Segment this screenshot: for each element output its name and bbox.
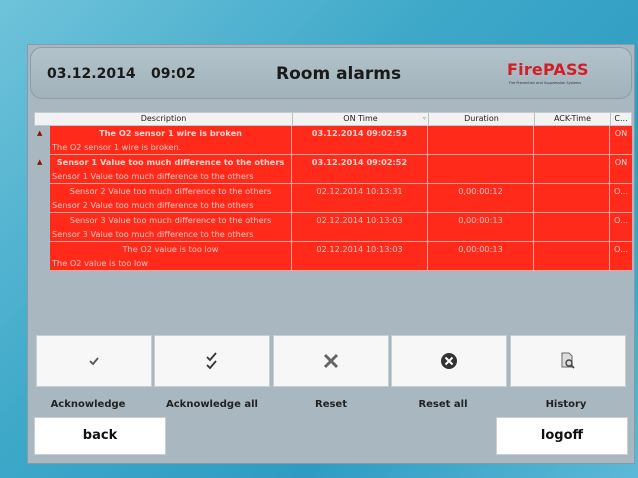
column-on-time[interactable]: ON Time ▿ xyxy=(293,113,429,125)
acknowledge-all-label: Acknowledge all xyxy=(166,399,258,410)
duration-value: 0,00:00:13 xyxy=(458,244,503,254)
table-row[interactable]: Sensor 2 Value too much difference to th… xyxy=(50,184,632,213)
back-button[interactable]: back xyxy=(34,417,166,455)
logo-text: FirePASS xyxy=(507,60,589,79)
cell-duration: 0,00:00:12 xyxy=(428,184,534,213)
cell-duration: 0,00:00:13 xyxy=(428,242,534,271)
cell-ack-time xyxy=(534,155,610,184)
cell-on-time: 02.12.2014 10:13:03 xyxy=(292,242,428,271)
on-time-value: 02.12.2014 10:13:03 xyxy=(316,244,403,254)
on-time-value: 02.12.2014 10:13:03 xyxy=(316,215,403,225)
check-icon xyxy=(89,357,99,366)
row-title: Sensor 1 Value too much difference to th… xyxy=(56,157,285,167)
column-ack-time[interactable]: ACK-Time xyxy=(535,113,611,125)
x-icon xyxy=(323,353,339,369)
table-row[interactable]: Sensor 3 Value too much difference to th… xyxy=(50,213,632,242)
header-date: 03.12.2014 xyxy=(47,66,136,82)
logoff-button[interactable]: logoff xyxy=(496,417,628,455)
cell-duration xyxy=(428,155,534,184)
duration-value: 0,00:00:13 xyxy=(458,215,503,225)
document-search-icon xyxy=(561,352,575,369)
state-value: O... xyxy=(614,215,628,225)
circle-x-icon xyxy=(441,353,457,369)
cell-duration: 0,00:00:13 xyxy=(428,213,534,242)
acknowledge-all-button[interactable] xyxy=(154,335,270,387)
row-desc: Sensor 3 Value too much difference to th… xyxy=(52,229,254,239)
state-value: ON xyxy=(614,157,628,167)
header-time: 09:02 xyxy=(151,66,196,82)
duration-value: 0,00:00:12 xyxy=(458,186,503,196)
firepass-logo: FirePASS Fire Prevention and Suppression… xyxy=(507,60,607,90)
cell-on-time: 02.12.2014 10:13:03 xyxy=(292,213,428,242)
page-title: Room alarms xyxy=(276,64,402,84)
history-label: History xyxy=(545,399,587,410)
table-row[interactable]: ▲ The O2 sensor 1 wire is broken The O2 … xyxy=(37,126,632,155)
row-title: Sensor 2 Value too much difference to th… xyxy=(69,186,272,196)
cell-description: Sensor 1 Value too much difference to th… xyxy=(50,155,292,184)
state-value: O... xyxy=(614,186,628,196)
sort-icon: ▿ xyxy=(422,115,426,122)
cell-ack-time xyxy=(534,126,610,155)
cell-ack-time xyxy=(534,213,610,242)
row-desc: The O2 value is too low xyxy=(52,258,149,268)
logo-subtitle: Fire Prevention and Suppression Systems xyxy=(509,81,582,85)
history-button[interactable] xyxy=(510,335,626,387)
reset-all-button[interactable] xyxy=(391,335,507,387)
alarm-panel: 03.12.2014 09:02 Room alarms FirePASS Fi… xyxy=(27,44,635,464)
row-title: The O2 sensor 1 wire is broken xyxy=(99,128,242,138)
cell-description: The O2 sensor 1 wire is broken The O2 se… xyxy=(50,126,292,155)
row-desc: Sensor 2 Value too much difference to th… xyxy=(52,200,254,210)
cell-state: ON xyxy=(610,155,632,184)
table-header: Description ON Time ▿ Duration ACK-Time … xyxy=(34,112,632,126)
cell-on-time: 03.12.2014 09:02:52 xyxy=(292,155,428,184)
header-bar: 03.12.2014 09:02 Room alarms FirePASS Fi… xyxy=(30,47,632,99)
alarm-triangle-icon: ▲ xyxy=(37,158,43,166)
cell-description: The O2 value is too low The O2 value is … xyxy=(50,242,292,271)
state-value: ON xyxy=(614,128,628,138)
acknowledge-button[interactable] xyxy=(36,335,152,387)
on-time-value: 03.12.2014 09:02:52 xyxy=(311,157,408,167)
table-row[interactable]: The O2 value is too low The O2 value is … xyxy=(50,242,632,271)
table-row[interactable]: ▲ Sensor 1 Value too much difference to … xyxy=(37,155,632,184)
on-time-value: 03.12.2014 09:02:53 xyxy=(311,128,408,138)
cell-on-time: 02.12.2014 10:13:31 xyxy=(292,184,428,213)
reset-all-label: Reset all xyxy=(418,399,468,410)
reset-button[interactable] xyxy=(273,335,389,387)
column-state[interactable]: C... xyxy=(611,113,631,125)
row-desc: Sensor 1 Value too much difference to th… xyxy=(52,171,254,181)
acknowledge-label: Acknowledge xyxy=(50,399,126,410)
alarm-triangle-icon: ▲ xyxy=(37,129,43,137)
cell-state: O... xyxy=(610,213,632,242)
on-time-value: 02.12.2014 10:13:31 xyxy=(316,186,403,196)
cell-ack-time xyxy=(534,184,610,213)
column-duration[interactable]: Duration xyxy=(429,113,535,125)
double-check-icon xyxy=(206,352,217,370)
cell-duration xyxy=(428,126,534,155)
row-title: Sensor 3 Value too much difference to th… xyxy=(69,215,272,225)
row-title: The O2 value is too low xyxy=(122,244,219,254)
cell-description: Sensor 2 Value too much difference to th… xyxy=(50,184,292,213)
cell-description: Sensor 3 Value too much difference to th… xyxy=(50,213,292,242)
cell-state: O... xyxy=(610,184,632,213)
column-on-time-label: ON Time xyxy=(343,114,378,123)
cell-on-time: 03.12.2014 09:02:53 xyxy=(292,126,428,155)
row-desc: The O2 sensor 1 wire is broken. xyxy=(52,142,182,152)
column-description[interactable]: Description xyxy=(35,113,293,125)
cell-ack-time xyxy=(534,242,610,271)
reset-label: Reset xyxy=(315,399,347,410)
cell-state: ON xyxy=(610,126,632,155)
state-value: O... xyxy=(614,244,628,254)
cell-state: O... xyxy=(610,242,632,271)
